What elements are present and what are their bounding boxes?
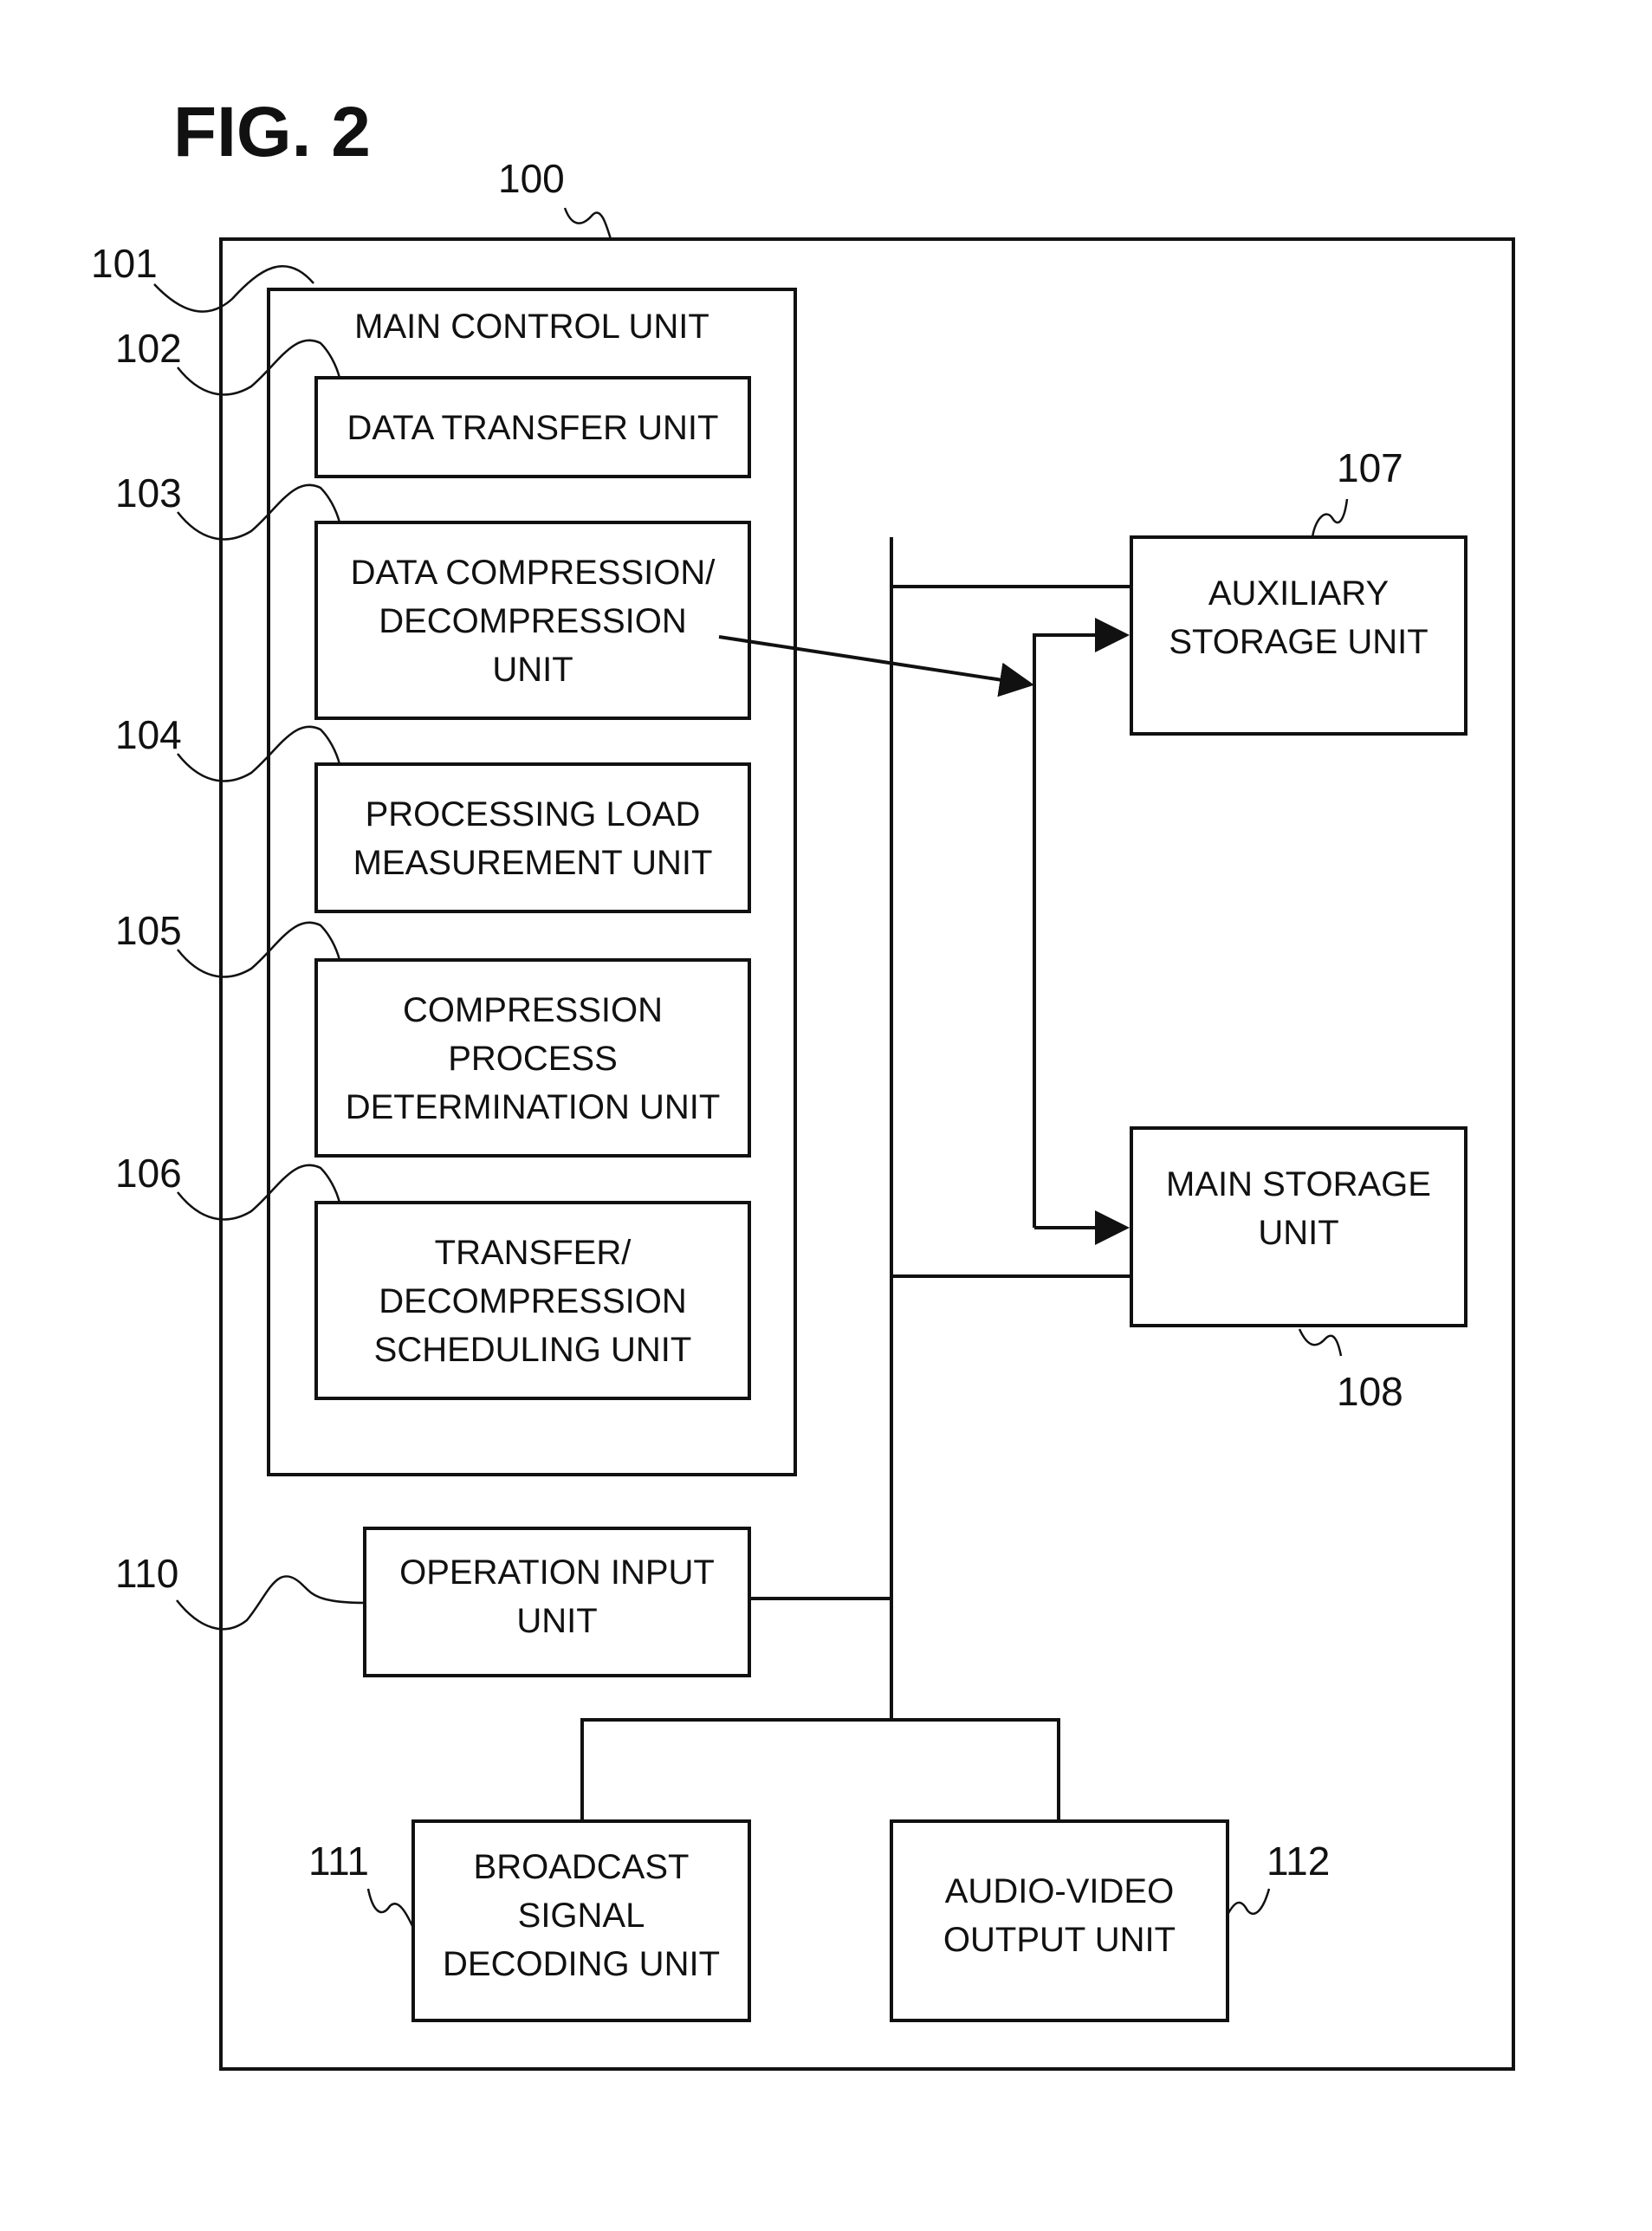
ref-105: 105: [115, 908, 182, 953]
block-diagram: FIG. 2 100 101 MAIN CONTROL UNIT DATA TR…: [91, 93, 1515, 2071]
figure-title: FIG. 2: [173, 93, 371, 172]
label-line: DECOMPRESSION: [379, 602, 687, 640]
ref-102: 102: [115, 326, 182, 371]
ref-103: 103: [115, 470, 182, 516]
label-line: UNIT: [492, 651, 573, 689]
label-line: STORAGE UNIT: [1169, 623, 1428, 661]
label-line: DECOMPRESSION: [379, 1282, 687, 1320]
label-line: MEASUREMENT UNIT: [353, 844, 713, 882]
ref-112: 112: [1267, 1839, 1330, 1884]
ref-104: 104: [115, 712, 182, 757]
label-line: DATA COMPRESSION/: [351, 554, 716, 592]
label-line: SCHEDULING UNIT: [374, 1331, 692, 1369]
label-line: DATA TRANSFER UNIT: [347, 409, 719, 447]
sub-unit-box: [314, 762, 751, 913]
label-line: DECODING UNIT: [443, 1945, 720, 1983]
ref-106: 106: [115, 1151, 182, 1196]
ref-101: 101: [91, 241, 158, 286]
label-line: COMPRESSION: [403, 991, 663, 1029]
label-line: PROCESSING LOAD: [366, 795, 701, 833]
ref-108: 108: [1337, 1369, 1403, 1414]
label-line: OPERATION INPUT: [399, 1553, 715, 1592]
label-line: PROCESS: [448, 1040, 618, 1078]
label-line: BROADCAST: [474, 1848, 690, 1886]
label-line: TRANSFER/: [435, 1234, 632, 1272]
label-line: AUDIO-VIDEO: [945, 1872, 1174, 1910]
ref-100: 100: [498, 156, 565, 201]
ref-107: 107: [1337, 445, 1403, 490]
label-line: AUXILIARY: [1208, 574, 1389, 613]
label-line: UNIT: [516, 1602, 597, 1640]
label-line: SIGNAL: [518, 1897, 645, 1935]
leader-100: [563, 207, 612, 240]
label-line: OUTPUT UNIT: [943, 1921, 1176, 1959]
label-line: UNIT: [1258, 1214, 1338, 1252]
ref-110: 110: [115, 1551, 178, 1596]
main-control-label: MAIN CONTROL UNIT: [354, 308, 709, 346]
ref-111: 111: [308, 1839, 369, 1884]
label-line: DETERMINATION UNIT: [346, 1088, 721, 1126]
label-line: MAIN STORAGE: [1166, 1165, 1431, 1203]
